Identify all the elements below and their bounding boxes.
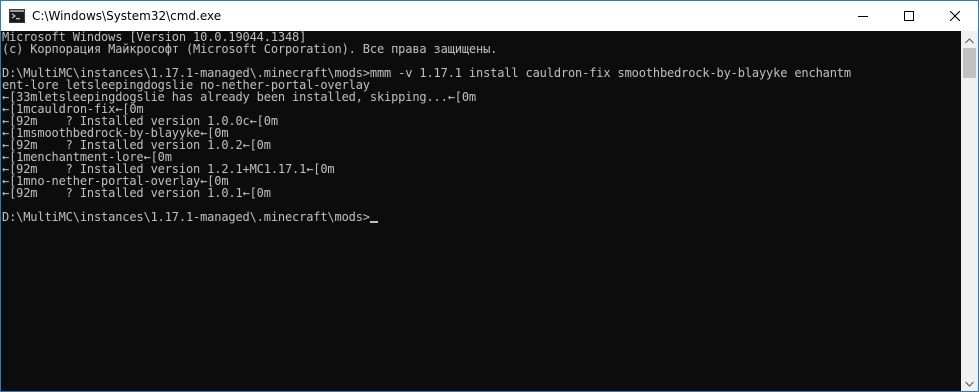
prompt-text: D:\MultiMC\instances\1.17.1-managed\.min… [2,210,370,224]
window-title: C:\Windows\System32\cmd.exe [32,9,222,23]
close-icon [950,11,960,21]
maximize-button[interactable] [886,1,932,31]
vertical-scrollbar[interactable] [961,31,978,391]
prompt-line[interactable]: D:\MultiMC\instances\1.17.1-managed\.min… [2,211,961,223]
console-output[interactable]: Microsoft Windows [Version 10.0.19044.13… [2,31,961,391]
cmd-icon[interactable] [9,8,25,24]
chevron-up-icon [965,31,974,49]
minimize-button[interactable] [840,1,886,31]
maximize-icon [904,11,914,21]
text-cursor [369,221,378,223]
close-button[interactable] [932,1,978,31]
scroll-down-button[interactable] [961,374,978,391]
console-line: ←[33mletsleepingdogslie has already been… [2,90,476,104]
console-line: ←[92m ? Installed version 1.0.1←[0m [2,186,271,200]
cmd-window: C:\Windows\System32\cmd.exe Microsoft Wi… [0,0,979,392]
scroll-thumb[interactable] [963,48,976,78]
chevron-down-icon [965,374,974,392]
minimize-icon [858,11,868,21]
title-bar[interactable]: C:\Windows\System32\cmd.exe [1,1,978,31]
console-line: (c) Корпорация Майкрософт (Microsoft Cor… [2,42,498,56]
scroll-up-button[interactable] [961,31,978,48]
